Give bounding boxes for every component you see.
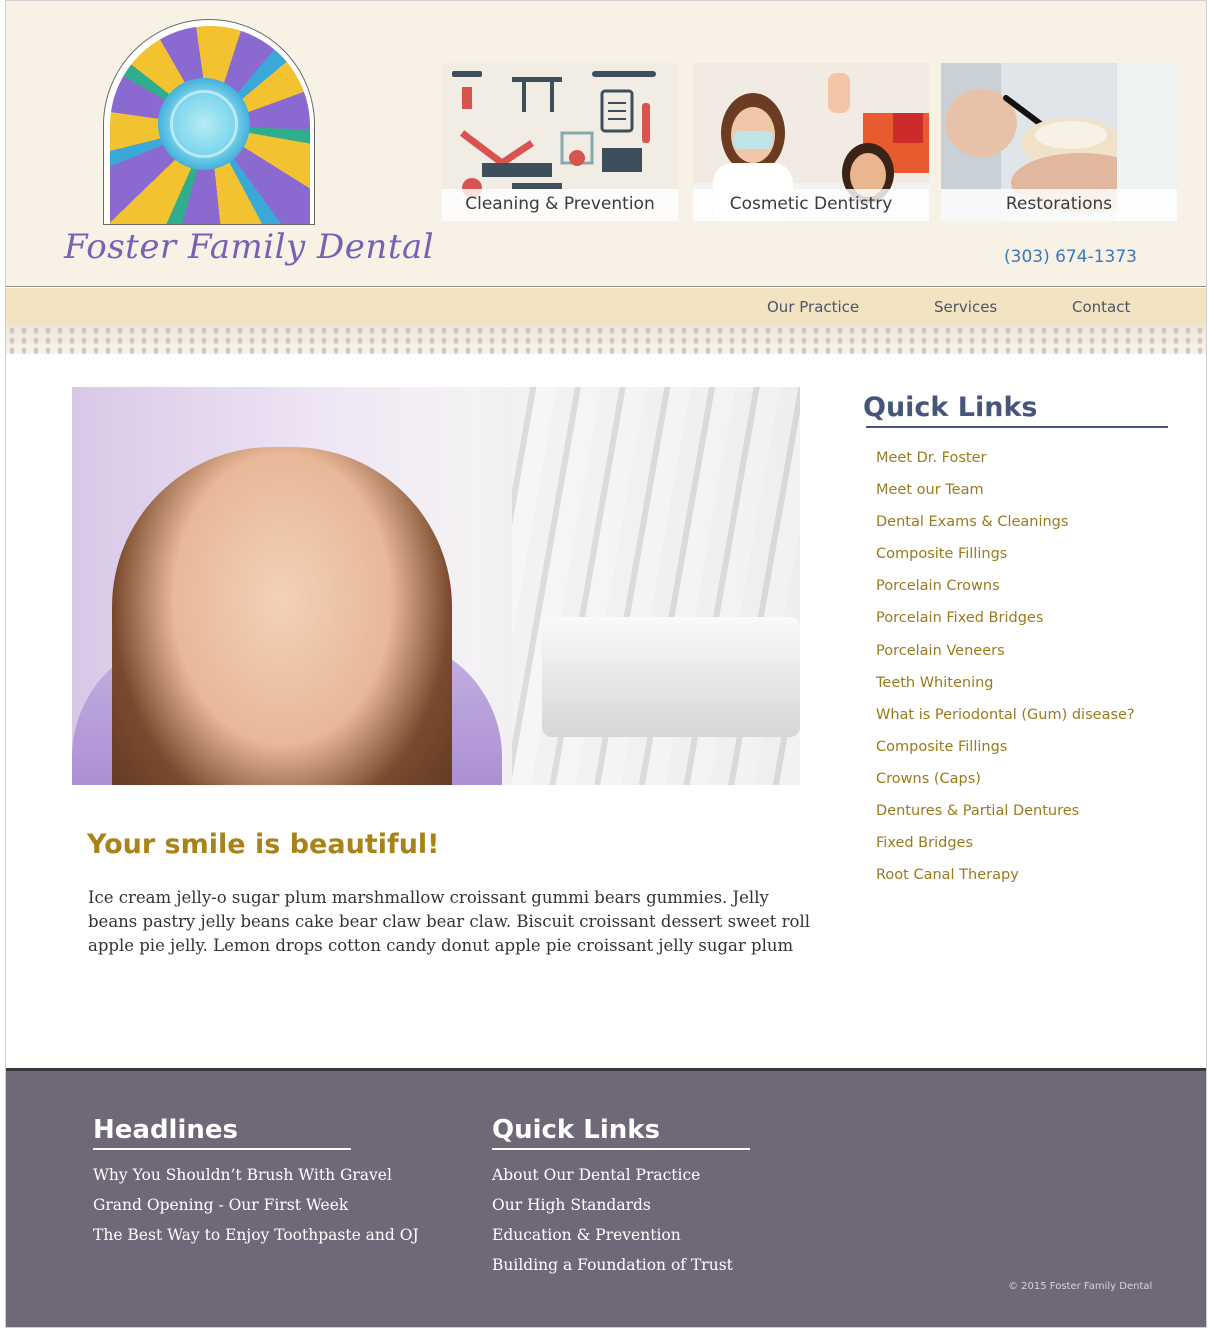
quick-link[interactable]: Meet our Team	[876, 482, 1135, 514]
footer-quick-link[interactable]: About Our Dental Practice	[492, 1166, 733, 1196]
quick-link[interactable]: Crowns (Caps)	[876, 771, 1135, 803]
footer-quicklinks-list: About Our Dental Practice Our High Stand…	[492, 1166, 733, 1286]
footer-headline-link[interactable]: Grand Opening - Our First Week	[93, 1196, 419, 1226]
hero-image	[72, 387, 800, 785]
logo-mark[interactable]	[103, 19, 315, 225]
copyright-text: © 2015 Foster Family Dental	[1008, 1281, 1153, 1292]
service-card-label: Cleaning & Prevention	[442, 189, 678, 221]
quick-link[interactable]: Porcelain Veneers	[876, 643, 1135, 675]
quick-link[interactable]: Fixed Bridges	[876, 835, 1135, 867]
quick-link[interactable]: Composite Fillings	[876, 546, 1135, 578]
footer-headline-link[interactable]: Why You Shouldn’t Brush With Gravel	[93, 1166, 419, 1196]
nav-services[interactable]: Services	[934, 298, 997, 316]
footer-headline-link[interactable]: The Best Way to Enjoy Toothpaste and OJ	[93, 1226, 419, 1256]
quick-link[interactable]: Dentures & Partial Dentures	[876, 803, 1135, 835]
quick-link[interactable]: Dental Exams & Cleanings	[876, 514, 1135, 546]
quick-link[interactable]: Porcelain Crowns	[876, 578, 1135, 610]
hero-girl	[112, 447, 452, 785]
phone-number[interactable]: (303) 674-1373	[1004, 247, 1137, 267]
service-card-cosmetic[interactable]: Cosmetic Dentistry	[693, 63, 929, 221]
intro-paragraph: Ice cream jelly-o sugar plum marshmallow…	[88, 888, 811, 955]
footer-quick-link[interactable]: Building a Foundation of Trust	[492, 1256, 733, 1286]
quick-link[interactable]: What is Periodontal (Gum) disease?	[876, 707, 1135, 739]
lace-divider	[6, 326, 1206, 354]
footer-quick-link[interactable]: Education & Prevention	[492, 1226, 733, 1256]
service-card-cleaning[interactable]: Cleaning & Prevention	[442, 63, 678, 221]
main-nav: Our Practice Services Contact	[6, 288, 1206, 326]
footer-divider	[492, 1148, 750, 1150]
page-frame: Foster Family Dental Cleaning & Preventi…	[5, 0, 1207, 1328]
nav-our-practice[interactable]: Our Practice	[767, 298, 859, 316]
quick-link[interactable]: Composite Fillings	[876, 739, 1135, 771]
footer-headlines-title: Headlines	[93, 1115, 238, 1145]
footer-headlines-list: Why You Shouldn’t Brush With Gravel Gran…	[93, 1166, 419, 1256]
nav-contact[interactable]: Contact	[1072, 298, 1130, 316]
quick-link[interactable]: Porcelain Fixed Bridges	[876, 610, 1135, 642]
service-card-label: Cosmetic Dentistry	[693, 189, 929, 221]
sidebar-title: Quick Links	[863, 392, 1038, 423]
logo-wordmark[interactable]: Foster Family Dental	[64, 227, 434, 267]
service-card-restorations[interactable]: Restorations	[941, 63, 1177, 221]
page-headline: Your smile is beautiful!	[87, 829, 440, 860]
quick-link[interactable]: Root Canal Therapy	[876, 867, 1135, 899]
footer-quicklinks-title: Quick Links	[492, 1115, 661, 1145]
sidebar-divider	[866, 426, 1168, 428]
site-header: Foster Family Dental Cleaning & Preventi…	[6, 1, 1206, 287]
sidebar-quick-links: Meet Dr. Foster Meet our Team Dental Exa…	[876, 450, 1135, 899]
footer-quick-link[interactable]: Our High Standards	[492, 1196, 733, 1226]
service-card-label: Restorations	[941, 189, 1177, 221]
footer-divider	[93, 1148, 351, 1150]
quick-link[interactable]: Meet Dr. Foster	[876, 450, 1135, 482]
logo-sun-ring	[170, 90, 238, 158]
site-footer: Headlines Why You Shouldn’t Brush With G…	[6, 1068, 1206, 1327]
hero-tool-holder	[542, 617, 800, 737]
quick-link[interactable]: Teeth Whitening	[876, 675, 1135, 707]
